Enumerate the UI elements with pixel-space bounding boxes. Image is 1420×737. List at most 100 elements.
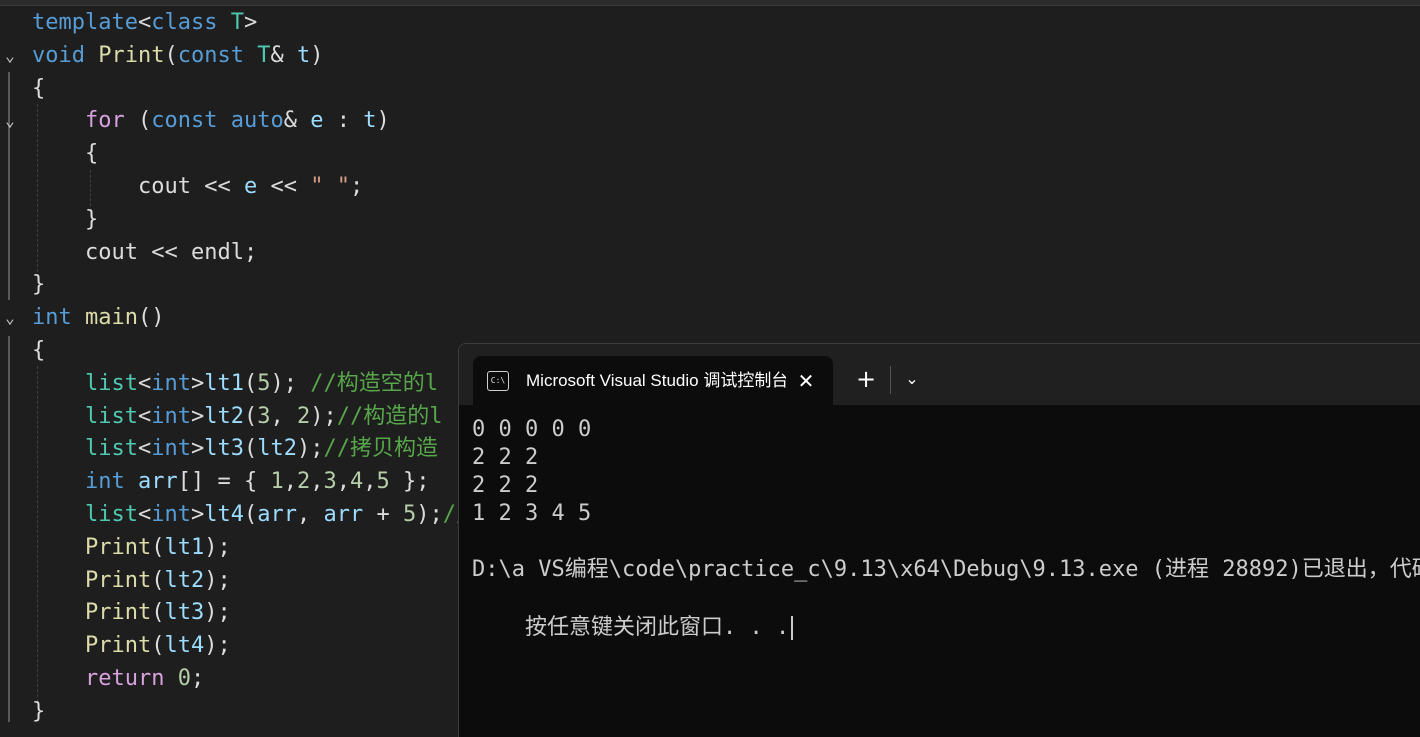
code-token: ); [310, 403, 337, 429]
code-text: list<int>lt2(3, 2);//构造的l [85, 400, 442, 433]
code-token: ( [243, 436, 258, 462]
code-token: < [137, 10, 152, 35]
code-token: { [85, 141, 99, 167]
fold-chevron-icon[interactable]: ⌄ [0, 39, 20, 72]
code-token: 5 [376, 469, 390, 495]
code-token: ); [296, 436, 324, 462]
console-output-line: D:\a VS编程\code\practice_c\9.13\x64\Debug… [472, 557, 1420, 582]
code-token: , [310, 469, 324, 495]
code-token: ); [204, 633, 231, 659]
code-token: 0 [177, 666, 191, 691]
code-token: & [283, 108, 311, 134]
code-token: } [32, 272, 46, 298]
code-token: , [336, 469, 350, 495]
terminal-icon: C:\ [487, 371, 509, 391]
code-text: { [32, 72, 45, 105]
code-token: , [296, 502, 324, 527]
code-text: list<int>lt4(arr, arr + 5);// [85, 498, 469, 531]
code-text: Print(lt2); [85, 564, 231, 597]
code-token: lt2 [257, 436, 297, 462]
code-token: class [151, 10, 218, 35]
code-token: //构造空的l [310, 370, 438, 396]
code-token: 3 [257, 403, 271, 429]
code-token: T [230, 10, 244, 35]
code-token: Print [85, 633, 152, 659]
debug-console-window[interactable]: C:\ Microsoft Visual Studio 调试控制台 ✕ + ⌄ … [458, 343, 1420, 737]
code-token: 2 [296, 403, 311, 429]
code-token: const [177, 42, 244, 68]
code-token: t [296, 42, 311, 68]
code-text: } [32, 695, 45, 728]
fold-chevron-icon[interactable]: ⌄ [0, 104, 20, 137]
code-token: : [323, 108, 364, 134]
code-token: int [151, 370, 191, 396]
code-token: 3 [323, 469, 337, 495]
code-token: } [32, 698, 46, 724]
code-token: 5 [402, 502, 417, 527]
code-token: ( [243, 403, 258, 429]
code-token: < [137, 502, 152, 527]
fold-chevron-icon[interactable]: ⌄ [0, 301, 20, 334]
code-token: lt3 [164, 600, 205, 626]
code-token: << [257, 174, 311, 199]
code-token: return [85, 666, 165, 691]
code-token: int [151, 403, 191, 429]
indent-guide [37, 366, 38, 702]
code-token: int [85, 469, 125, 495]
code-token: Print [98, 42, 165, 68]
code-token: ); [204, 534, 231, 560]
code-token: T [257, 42, 271, 68]
close-icon[interactable]: ✕ [791, 366, 821, 396]
code-token: t [363, 108, 377, 134]
code-token: ; [349, 174, 364, 199]
code-token: int [151, 436, 191, 462]
code-token: ); [270, 370, 311, 396]
code-token: arr [257, 502, 297, 527]
console-tab[interactable]: C:\ Microsoft Visual Studio 调试控制台 ✕ [473, 356, 833, 406]
code-token: 1 [270, 469, 284, 495]
code-token: auto [230, 108, 284, 134]
chevron-down-icon[interactable]: ⌄ [897, 362, 927, 396]
code-token: & [270, 42, 297, 68]
code-token: " " [310, 174, 350, 199]
code-text: int arr[] = { 1,2,3,4,5 }; [85, 465, 429, 498]
code-token: e [243, 174, 258, 199]
code-text: } [85, 203, 98, 236]
code-text: { [85, 137, 98, 170]
code-text: { [32, 334, 45, 367]
code-text: Print(lt3); [85, 596, 231, 629]
code-token: 5 [257, 370, 271, 396]
console-prompt-line: 按任意键关闭此窗口. . . [472, 586, 794, 640]
code-token: 4 [349, 469, 364, 495]
code-token: ( [151, 633, 165, 659]
code-token: lt1 [164, 534, 205, 560]
code-token: ); [416, 502, 443, 527]
code-token: Print [85, 534, 152, 560]
code-token: > [190, 403, 205, 429]
code-token: , [270, 403, 297, 429]
indent-guide [90, 170, 91, 206]
code-token: Print [85, 567, 152, 593]
code-token: lt3 [204, 436, 244, 462]
scope-bar-main [8, 336, 10, 722]
code-text: list<int>lt1(5); //构造空的l [85, 367, 438, 400]
code-token: ( [243, 370, 258, 396]
code-token: cout << [138, 174, 244, 199]
code-token: lt2 [204, 403, 244, 429]
code-token: arr [138, 469, 178, 495]
code-token: ( [243, 502, 258, 527]
code-token: < [137, 370, 152, 396]
code-text: int main() [32, 301, 164, 334]
code-token: ) [376, 108, 390, 134]
code-token: list [85, 403, 138, 429]
new-tab-button[interactable]: + [851, 362, 881, 396]
code-text: Print(lt4); [85, 629, 231, 662]
code-token: > [190, 370, 205, 396]
code-text: cout << endl; [85, 236, 257, 269]
code-token: lt4 [204, 502, 244, 527]
